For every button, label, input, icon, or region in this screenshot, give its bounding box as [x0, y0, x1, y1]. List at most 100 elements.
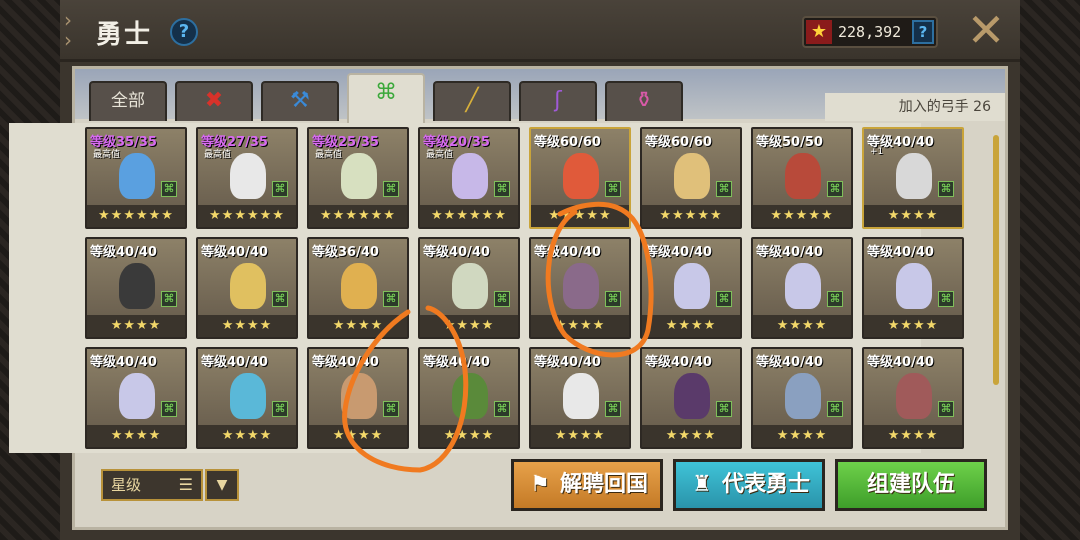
- hero-stars: ★★★★★★: [198, 205, 296, 227]
- bow-icon: ⌘: [272, 291, 288, 307]
- hero-level: 等级40/40: [423, 245, 490, 260]
- hero-card[interactable]: 等级40/40 ⌘ ★★★★: [418, 347, 520, 449]
- hero-max-tag: 最高值: [204, 150, 232, 160]
- hero-card[interactable]: 等级40/40 ⌘ ★★★★: [751, 237, 853, 339]
- bow-icon: ⌘: [383, 291, 399, 307]
- hero-sprite: [230, 153, 266, 199]
- sort-label: 星级: [111, 476, 142, 494]
- bow-icon: ⌘: [716, 401, 732, 417]
- hero-card[interactable]: 等级60/60 ⌘ ★★★★★: [529, 127, 631, 229]
- bow-icon: ⌘: [605, 181, 621, 197]
- hero-sprite: [563, 153, 599, 199]
- hero-card[interactable]: 等级40/40 ⌘ ★★★★: [196, 347, 298, 449]
- hero-card[interactable]: 等级27/35 最高值 ⌘ ★★★★★★: [196, 127, 298, 229]
- sort-selector[interactable]: 星级 ☰: [101, 469, 203, 501]
- hero-card[interactable]: 等级40/40 ⌘ ★★★★: [862, 237, 964, 339]
- hero-stars: ★★★★: [531, 425, 629, 447]
- hero-stars: ★★★★★★: [309, 205, 407, 227]
- dismiss-label: 解聘回国: [559, 472, 648, 497]
- bow-icon: ⌘: [161, 181, 177, 197]
- hero-card[interactable]: 等级25/35 最高值 ⌘ ★★★★★★: [307, 127, 409, 229]
- flag-icon: ⚑: [530, 472, 550, 497]
- hero-sprite: [119, 153, 155, 199]
- hero-card[interactable]: 等级60/60 ⌘ ★★★★★: [640, 127, 742, 229]
- build-team-button[interactable]: 组建队伍: [835, 459, 987, 511]
- hero-level: 等级40/40: [201, 355, 268, 370]
- currency-value: 228,392: [838, 23, 902, 41]
- bow-icon: ⌘: [383, 181, 399, 197]
- tab-tank[interactable]: ⚒: [261, 81, 339, 121]
- hero-card[interactable]: 等级40/40 ⌘ ★★★★: [529, 347, 631, 449]
- hero-card[interactable]: 等级40/40 ⌘ ★★★★: [85, 237, 187, 339]
- star-badge-icon: ★: [806, 20, 832, 44]
- bow-icon: ⌘: [605, 401, 621, 417]
- hero-stars: ★★★★★★: [420, 205, 518, 227]
- hero-card[interactable]: 等级35/35 最高值 ⌘ ★★★★★★: [85, 127, 187, 229]
- bow-icon: ⌘: [716, 181, 732, 197]
- bow-icon: ⌘: [375, 80, 397, 105]
- hero-max-tag: 最高值: [315, 150, 343, 160]
- hero-level: 等级40/40: [756, 245, 823, 260]
- build-team-label: 组建队伍: [866, 472, 955, 497]
- window-header: › › 勇士 ? ★ 228,392 ? ✕: [60, 0, 1020, 62]
- hero-card[interactable]: 等级40/40 +1 ⌘ ★★★★: [862, 127, 964, 229]
- hero-level: 等级40/40: [90, 355, 157, 370]
- hero-card[interactable]: 等级40/40 ⌘ ★★★★: [85, 347, 187, 449]
- bow-icon: ⌘: [605, 291, 621, 307]
- hero-card[interactable]: 等级40/40 ⌘ ★★★★: [640, 237, 742, 339]
- hero-sprite: [341, 263, 377, 309]
- hero-card[interactable]: 等级20/35 最高值 ⌘ ★★★★★★: [418, 127, 520, 229]
- bow-icon: ⌘: [494, 181, 510, 197]
- hero-sprite: [563, 263, 599, 309]
- hero-sprite: [230, 373, 266, 419]
- hero-stars: ★★★★: [642, 315, 740, 337]
- flask-icon: ⚱: [634, 88, 654, 113]
- currency-help-button[interactable]: ?: [912, 20, 934, 44]
- hero-stars: ★★★★★: [753, 205, 851, 227]
- hero-card[interactable]: 等级36/40 ⌘ ★★★★: [307, 237, 409, 339]
- close-icon[interactable]: ✕: [964, 7, 1008, 54]
- help-button[interactable]: ?: [170, 18, 198, 46]
- hero-card[interactable]: 等级40/40 ⌘ ★★★★: [529, 237, 631, 339]
- hero-card[interactable]: 等级40/40 ⌘ ★★★★: [751, 347, 853, 449]
- hero-card[interactable]: 等级40/40 ⌘ ★★★★: [862, 347, 964, 449]
- hero-stars: ★★★★: [531, 315, 629, 337]
- hero-level: 等级60/60: [534, 135, 601, 150]
- hero-sprite: [119, 373, 155, 419]
- hero-sprite: [230, 263, 266, 309]
- hero-stars: ★★★★: [87, 425, 185, 447]
- hero-card[interactable]: 等级40/40 ⌘ ★★★★: [307, 347, 409, 449]
- bow-icon: ⌘: [827, 401, 843, 417]
- staff-icon: ╱: [465, 88, 479, 113]
- bow-icon: ⌘: [716, 291, 732, 307]
- grid-scrollbar[interactable]: [993, 135, 999, 385]
- hero-stars: ★★★★: [642, 425, 740, 447]
- hero-level: 等级40/40: [201, 245, 268, 260]
- bow-icon: ⌘: [827, 291, 843, 307]
- hero-sprite: [785, 263, 821, 309]
- banner-icon: ♜: [692, 472, 712, 497]
- hero-sprite: [674, 263, 710, 309]
- tab-mage[interactable]: ʃ: [519, 81, 597, 121]
- hero-card[interactable]: 等级40/40 ⌘ ★★★★: [196, 237, 298, 339]
- hero-card[interactable]: 等级40/40 ⌘ ★★★★: [418, 237, 520, 339]
- tab-warrior[interactable]: ✖: [175, 81, 253, 121]
- hero-level: 等级60/60: [645, 135, 712, 150]
- representative-button[interactable]: ♜ 代表勇士: [673, 459, 825, 511]
- tab-all[interactable]: 全部: [89, 81, 167, 121]
- dismiss-button[interactable]: ⚑ 解聘回国: [511, 459, 663, 511]
- chevron-right-icon[interactable]: › ›: [64, 10, 82, 52]
- bow-icon: ⌘: [494, 401, 510, 417]
- sort-dropdown-button[interactable]: ▼: [205, 469, 239, 501]
- tab-gunner[interactable]: ╱: [433, 81, 511, 121]
- tab-archer[interactable]: ⌘: [347, 73, 425, 123]
- tab-healer[interactable]: ⚱: [605, 81, 683, 121]
- hero-sprite: [674, 373, 710, 419]
- representative-label: 代表勇士: [721, 472, 810, 497]
- hero-panel: 全部 ✖ ⚒ ⌘ ╱ ʃ ⚱ 加入的弓手 26 等级35/35 最高值 ⌘ ★★★★★…: [9, 66, 1008, 530]
- hero-stars: ★★★★: [864, 205, 962, 227]
- hero-card[interactable]: 等级40/40 ⌘ ★★★★: [640, 347, 742, 449]
- hero-sprite: [119, 263, 155, 309]
- hero-card[interactable]: 等级50/50 ⌘ ★★★★★: [751, 127, 853, 229]
- hero-max-tag: 最高值: [93, 150, 121, 160]
